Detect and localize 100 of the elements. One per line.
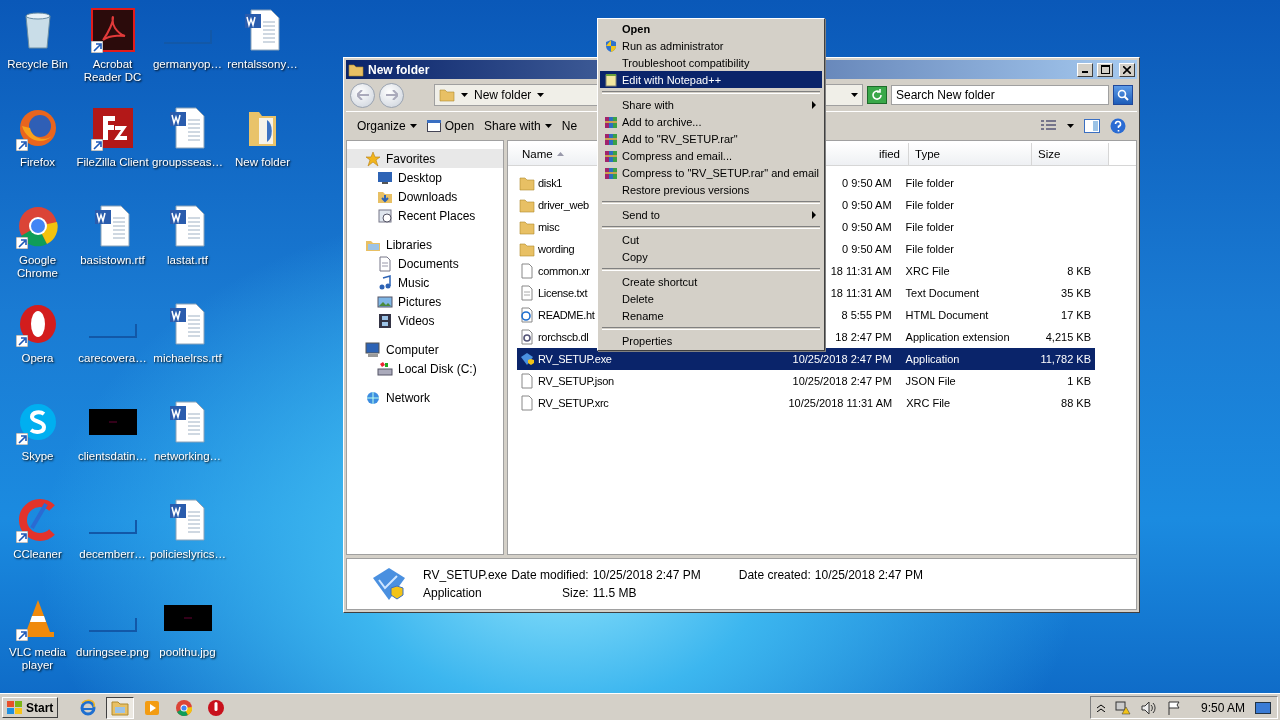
desktop-icon-label[interactable]: Skype [21,450,54,463]
date-modified: 0 9:50 AM [842,221,892,233]
file-name[interactable]: RV_SETUP.json [538,375,614,387]
folder-icon [519,219,535,235]
nav-item[interactable]: Documents [398,256,459,271]
toolbar-button[interactable]: Organize [352,116,422,136]
desktop-icon-label[interactable]: FileZilla Client [76,156,149,169]
nav-item[interactable]: Local Disk (C:) [398,361,477,376]
text-file-icon [519,285,535,301]
network-globe-icon [365,389,381,406]
nav-item[interactable]: Desktop [398,170,443,185]
menu-item[interactable]: Share with [600,96,822,113]
taskbar-app-button[interactable] [106,696,135,719]
thumbnail-outline-icon [88,520,137,534]
menu-item[interactable]: Copy [600,248,822,265]
media-player-icon [143,698,162,717]
refresh-icon [871,89,883,101]
nav-item[interactable]: Network [386,390,430,405]
clock[interactable]: 9:50 AM [1200,700,1245,715]
file-name[interactable]: RV_SETUP.xrc [538,397,609,409]
desktop-icon-label[interactable]: Opera [21,352,54,365]
minimize-icon [1082,71,1088,73]
search-icon [1117,89,1129,101]
close-button[interactable] [1119,62,1135,77]
desktop-icon-label[interactable]: Acrobat Reader DC [75,58,150,84]
desktop-icon-label[interactable]: lastat.rtf [167,254,208,267]
desktop-icon-label[interactable]: basistown.rtf [80,254,145,267]
file-name[interactable]: misc [538,221,560,233]
desktop-icon-label[interactable]: VLC media player [0,646,75,672]
desktop-icon-label[interactable]: Recycle Bin [7,58,68,71]
desktop-icon-label[interactable]: poolthu.jpg [159,646,216,659]
nav-item[interactable]: Computer [386,342,439,357]
desktop-icon-label[interactable]: groupsseas… [152,156,223,169]
file-size: 11,782 KB [1040,353,1091,365]
folder-icon [519,197,535,213]
desktop-icon-label[interactable]: clientsdatin… [77,450,147,463]
thumbnail-outline-icon [88,618,137,632]
flag-icon[interactable] [1166,700,1181,715]
nav-item[interactable]: Recent Places [398,208,476,223]
nav-item[interactable]: Videos [398,313,435,328]
desktop-icon-label[interactable]: carecovera… [78,352,147,365]
menu-item[interactable]: Properties [600,332,822,349]
show-desktop-icon[interactable] [1255,701,1271,714]
breadcrumb-item[interactable]: New folder [474,88,532,102]
desktop-icon-label[interactable]: duringsee.png [76,646,149,659]
file-name[interactable]: rorchscb.dl [538,331,589,343]
file-name[interactable]: disk1 [538,177,563,189]
file-name[interactable]: driver_web [538,199,589,211]
menu-item[interactable]: Restore previous versions [600,181,822,198]
maximize-button[interactable] [1097,62,1113,77]
file-size: 17 KB [1061,309,1091,321]
desktop-icon-label[interactable]: germanyop… [152,58,222,71]
menu-item[interactable]: Run as administrator [600,37,822,54]
desktop-icon-label[interactable]: Google Chrome [0,254,75,280]
nav-item[interactable]: Music [398,275,430,290]
menu-item[interactable]: Rename [600,307,822,324]
file-name[interactable]: wording [538,243,575,255]
folder-icon [439,88,455,102]
toolbar-button[interactable]: Share with [479,116,557,136]
list-view-icon [1041,120,1057,132]
toolbar-button[interactable]: Ne [556,116,583,136]
refresh-button[interactable] [867,86,887,104]
desktop-icon-label[interactable]: michaelrss.rtf [153,352,222,365]
desktop-icon-label[interactable]: Firefox [19,156,56,169]
nav-item[interactable]: Downloads [398,189,458,204]
chevron-up-icon[interactable] [1096,703,1105,712]
image-thumbnail-icon [163,605,212,631]
file-name[interactable]: README.ht [538,309,595,321]
file-name[interactable]: License.txt [538,287,588,299]
selected-file-row[interactable]: RV_SETUP.exe 10/25/2018 2:47 PM Application 11,782 KB [517,348,1095,370]
image-thumbnail-icon [88,409,137,435]
menu-item[interactable]: Create shortcut [600,273,822,290]
menu-item[interactable]: Cut [600,231,822,248]
caret-icon [1067,124,1074,128]
column-header[interactable]: Size [1032,143,1109,165]
menu-item[interactable]: Delete [600,290,822,307]
file-name[interactable]: common.xr [538,265,590,277]
toolbar-button[interactable]: Open [421,116,480,136]
menu-item[interactable]: Send to [600,206,822,223]
desktop-icon-label[interactable]: rentalssony… [227,58,298,71]
desktop-icon-label[interactable]: CCleaner [13,548,62,561]
file-name[interactable]: RV_SETUP.exe [538,353,612,365]
speaker-icon[interactable] [1140,700,1157,715]
file-size: 88 KB [1061,397,1091,409]
search-button[interactable] [1113,85,1133,105]
menu-item[interactable]: Compress to "RV_SETUP.rar" and email [600,164,822,181]
column-header[interactable]: Type [909,143,1032,165]
menu-item[interactable]: Add to archive... [600,113,822,130]
start-button[interactable]: Start [2,697,59,718]
network-warning-icon[interactable] [1114,700,1131,715]
maximize-icon [1100,65,1110,74]
menu-item[interactable]: Edit with Notepad++ [600,71,822,88]
minimize-button[interactable] [1077,62,1093,77]
nav-item[interactable]: Libraries [386,237,433,252]
search-field[interactable]: Search New folder [891,85,1109,105]
nav-item[interactable]: Pictures [398,294,442,309]
menu-item[interactable]: Open [600,20,822,37]
menu-item[interactable]: Troubleshoot compatibility [600,54,822,71]
date-modified: 18 11:31 AM [830,265,892,277]
desktop-icon-label[interactable]: New folder [235,156,290,169]
